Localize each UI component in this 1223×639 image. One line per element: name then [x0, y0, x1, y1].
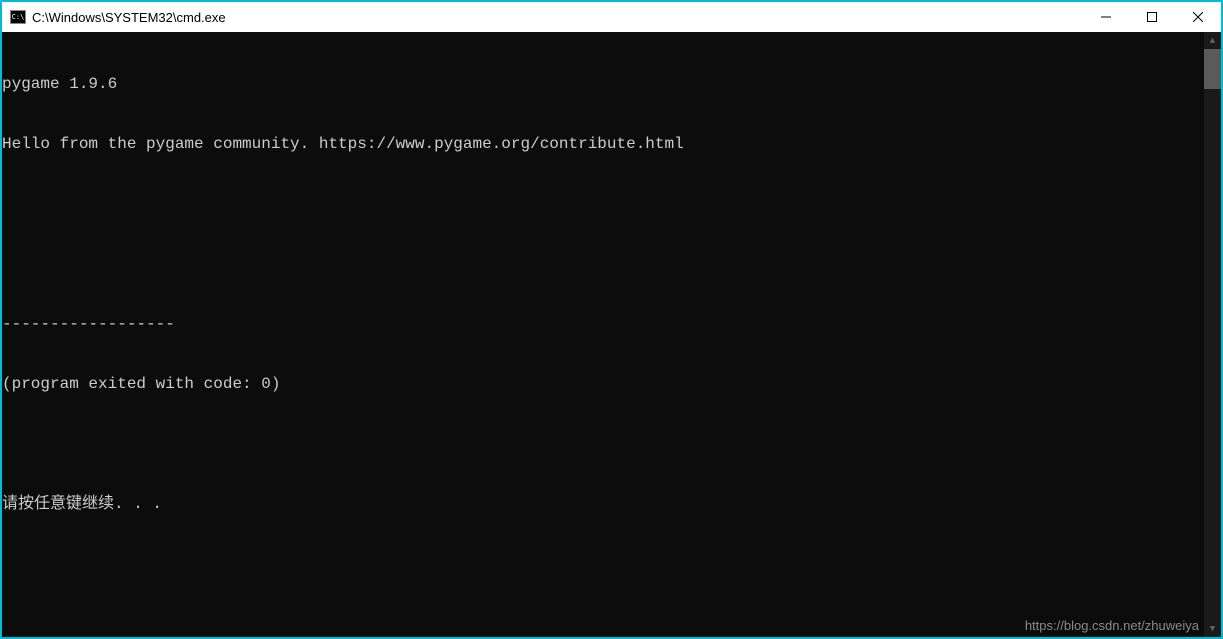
- vertical-scrollbar[interactable]: ▲ ▼: [1204, 32, 1221, 637]
- cmd-window: C:\Windows\SYSTEM32\cmd.exe pygame 1.9.6…: [0, 0, 1223, 639]
- console-line: ------------------: [2, 314, 1204, 334]
- console-line: [2, 254, 1204, 274]
- console-line: Hello from the pygame community. https:/…: [2, 134, 1204, 154]
- titlebar[interactable]: C:\Windows\SYSTEM32\cmd.exe: [2, 2, 1221, 32]
- minimize-button[interactable]: [1083, 2, 1129, 32]
- scroll-track[interactable]: [1204, 49, 1221, 620]
- console-line: 请按任意键继续. . .: [2, 494, 1204, 514]
- cmd-icon: [10, 10, 26, 24]
- close-button[interactable]: [1175, 2, 1221, 32]
- console-line: [2, 194, 1204, 214]
- window-title: C:\Windows\SYSTEM32\cmd.exe: [32, 10, 1083, 25]
- scroll-thumb[interactable]: [1204, 49, 1221, 89]
- scroll-up-arrow[interactable]: ▲: [1204, 32, 1221, 49]
- console-line: [2, 434, 1204, 454]
- window-body: pygame 1.9.6 Hello from the pygame commu…: [2, 32, 1221, 637]
- console-output[interactable]: pygame 1.9.6 Hello from the pygame commu…: [2, 32, 1204, 637]
- console-line: (program exited with code: 0): [2, 374, 1204, 394]
- console-line: pygame 1.9.6: [2, 74, 1204, 94]
- scroll-down-arrow[interactable]: ▼: [1204, 620, 1221, 637]
- maximize-button[interactable]: [1129, 2, 1175, 32]
- window-controls: [1083, 2, 1221, 32]
